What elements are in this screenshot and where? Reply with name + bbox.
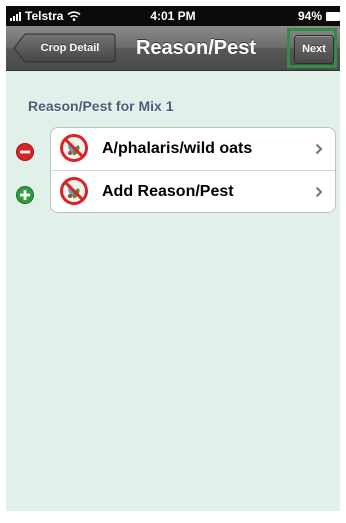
iphone-screen: Telstra 4:01 PM 94% Crop Detail Reason/P… [6, 6, 340, 511]
next-button[interactable]: Next [294, 35, 334, 64]
no-pest-icon [60, 177, 88, 205]
status-time: 4:01 PM [150, 9, 196, 23]
crop-detail-back-button[interactable]: Crop Detail [13, 33, 116, 63]
navigation-bar: Crop Detail Reason/Pest Next [6, 26, 340, 71]
list-item[interactable]: Add Reason/Pest [51, 171, 335, 212]
section-header: Reason/Pest for Mix 1 [28, 98, 174, 114]
back-button-label: Crop Detail [40, 42, 100, 54]
reason-pest-list: A/phalaris/wild oats Add Reason/Pest [50, 127, 336, 213]
battery-percent: 94% [297, 9, 322, 23]
list-item-label: A/phalaris/wild oats [102, 140, 253, 157]
chevron-right-icon [315, 143, 323, 155]
status-bar: Telstra 4:01 PM 94% [6, 6, 340, 26]
list-item[interactable]: A/phalaris/wild oats [51, 128, 335, 171]
list-item-label: Add Reason/Pest [102, 183, 234, 200]
add-icon[interactable] [16, 186, 34, 204]
chevron-right-icon [315, 186, 323, 198]
battery-icon [326, 11, 340, 21]
page-title: Reason/Pest [135, 37, 257, 59]
content-area: Reason/Pest for Mix 1 A/phalaris/wild oa… [6, 71, 340, 511]
no-pest-icon [60, 134, 88, 162]
delete-icon[interactable] [16, 143, 34, 161]
